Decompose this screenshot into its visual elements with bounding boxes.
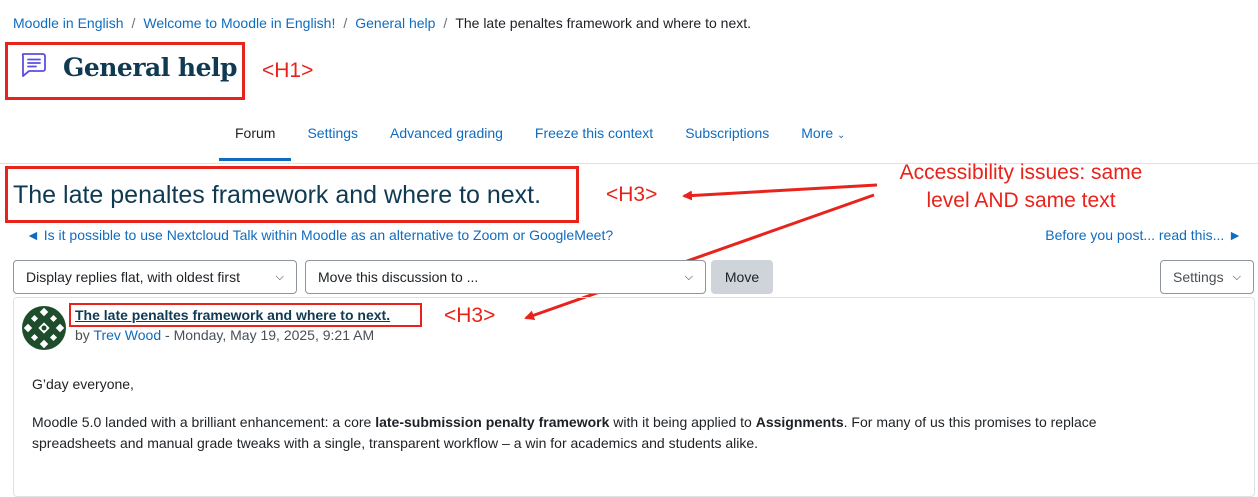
display-mode-select[interactable]: Display replies flat, with oldest first …: [13, 260, 297, 294]
annotation-box-h3-post: [69, 303, 422, 327]
post-paragraph-1: Moodle 5.0 landed with a brilliant enhan…: [32, 412, 1097, 433]
chevron-down-icon: ⌵: [684, 271, 693, 283]
post-text-bold: late-submission penalty framework: [375, 414, 610, 430]
annotation-arrow-top: [682, 183, 878, 201]
avatar[interactable]: [22, 306, 66, 350]
byline-prefix: by: [75, 327, 90, 343]
next-discussion-link[interactable]: Before you post... read this... ►: [1045, 227, 1242, 243]
move-button[interactable]: Move: [711, 260, 773, 294]
post-text: . For many of us this promises to replac…: [843, 414, 1097, 430]
post-greeting: G’day everyone,: [32, 376, 134, 392]
post-text-bold: Assignments: [755, 414, 844, 430]
previous-discussion-link[interactable]: ◄ Is it possible to use Nextcloud Talk w…: [26, 227, 613, 243]
post-date: - Monday, May 19, 2025, 9:21 AM: [165, 327, 375, 343]
settings-dropdown[interactable]: Settings ⌵: [1160, 260, 1254, 294]
move-discussion-select[interactable]: Move this discussion to ... ⌵: [305, 260, 706, 294]
annotation-label-h3-post: <H3>: [444, 304, 496, 327]
move-discussion-value: Move this discussion to ...: [318, 269, 479, 285]
post-paragraph-2: spreadsheets and manual grade tweaks wit…: [32, 435, 759, 451]
post-text: with it being applied to: [609, 414, 756, 430]
settings-label: Settings: [1173, 269, 1224, 285]
chevron-down-icon: ⌵: [275, 271, 284, 283]
chevron-down-icon: ⌵: [1232, 271, 1241, 283]
display-mode-value: Display replies flat, with oldest first: [26, 269, 240, 285]
post-byline: by Trev Wood - Monday, May 19, 2025, 9:2…: [75, 327, 374, 343]
post-text: Moodle 5.0 landed with a brilliant enhan…: [32, 414, 376, 430]
author-link[interactable]: Trev Wood: [93, 327, 161, 343]
